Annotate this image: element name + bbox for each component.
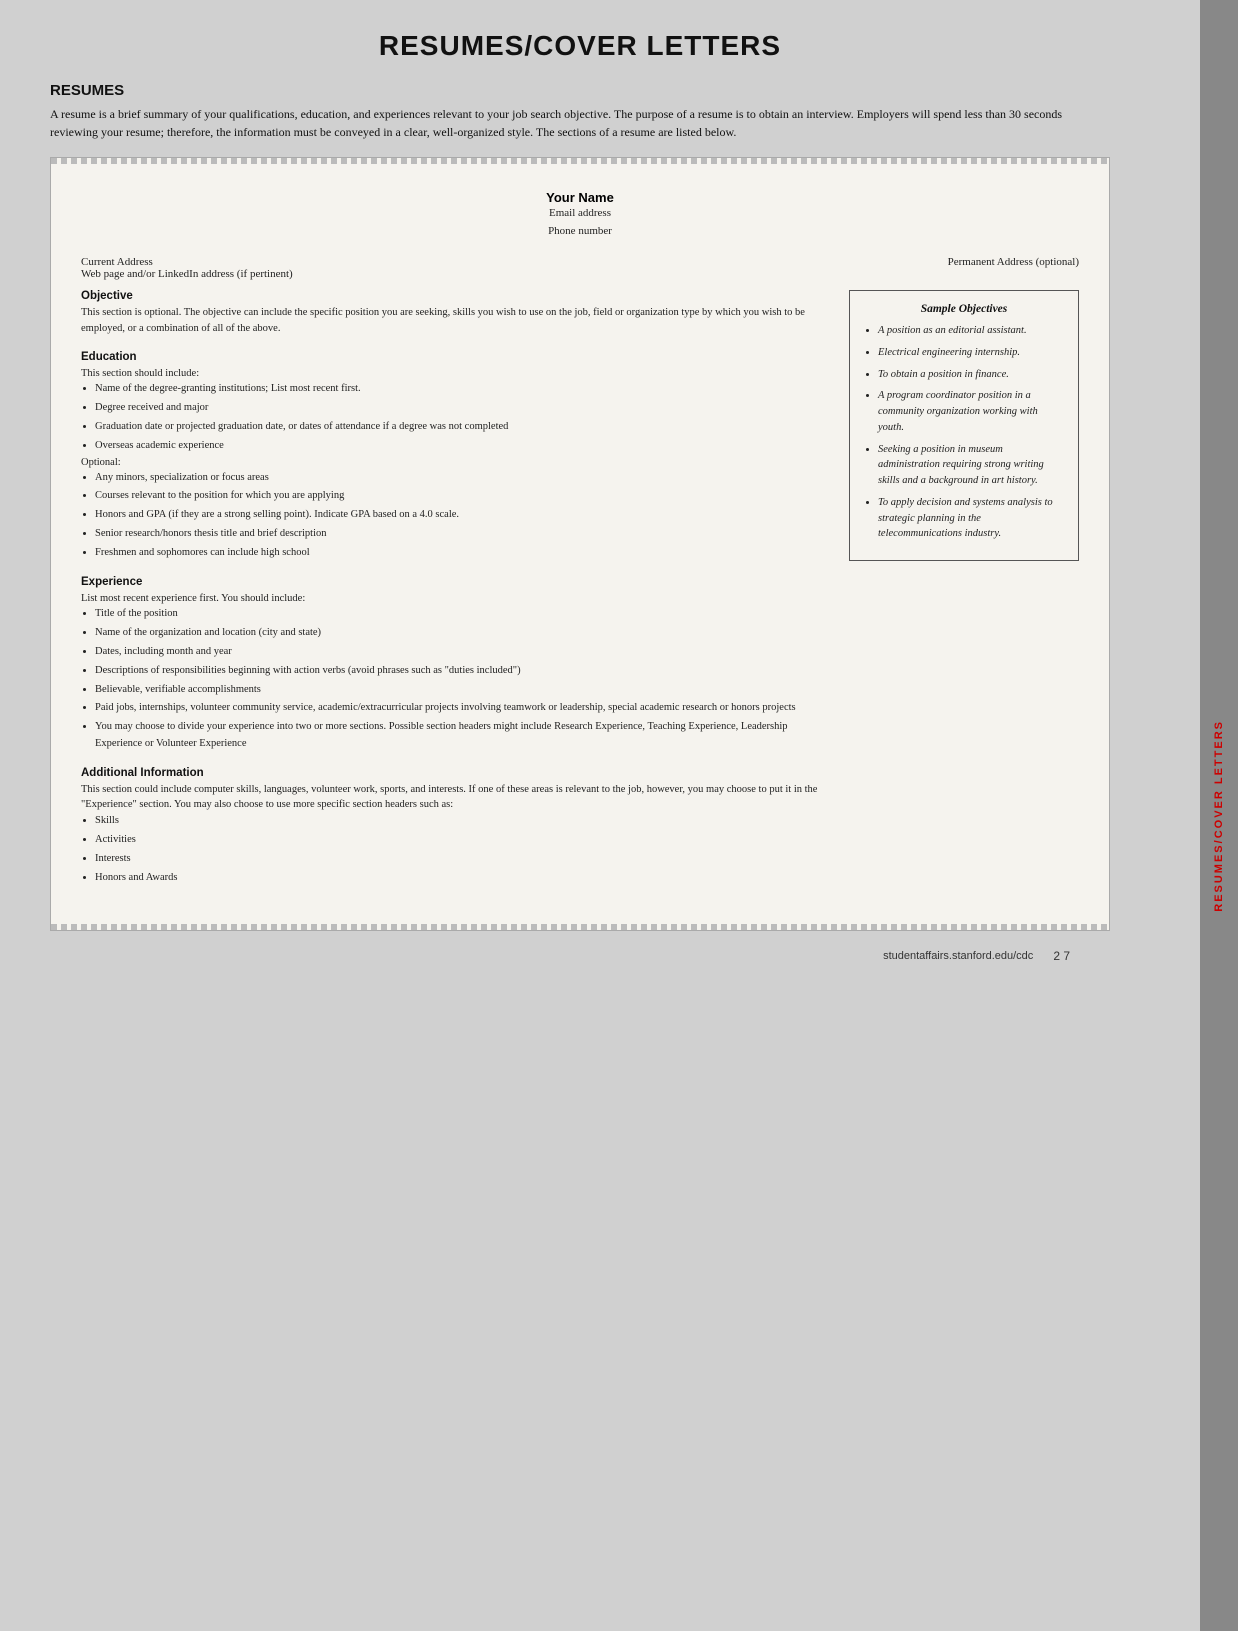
sidebar-tab: RESUMES/COVER LETTERS (1200, 0, 1238, 1631)
education-title: Education (81, 351, 833, 363)
list-item: Electrical engineering internship. (878, 345, 1064, 361)
list-item: Activities (95, 832, 833, 849)
footer-url: studentaffairs.stanford.edu/cdc (883, 950, 1033, 962)
resume-header: Your Name Email address Phone number (81, 190, 1079, 240)
list-item: Any minors, specialization or focus area… (95, 470, 833, 487)
additional-info-title: Additional Information (81, 767, 833, 779)
additional-info-section: Additional Information This section coul… (81, 767, 833, 887)
resume-document: Your Name Email address Phone number Cur… (50, 157, 1110, 931)
list-item: To apply decision and systems analysis t… (878, 495, 1064, 542)
sample-objectives-box: Sample Objectives A position as an edito… (849, 290, 1079, 561)
education-intro: This section should include: (81, 366, 833, 382)
objective-section: Objective This section is optional. The … (81, 290, 833, 337)
list-item: Dates, including month and year (95, 644, 833, 661)
resume-name: Your Name (81, 190, 1079, 205)
resume-left-column: Objective This section is optional. The … (81, 290, 833, 900)
current-address-block: Current Address Web page and/or LinkedIn… (81, 256, 293, 280)
list-item: Overseas academic experience (95, 438, 833, 455)
sidebar-tab-label: RESUMES/COVER LETTERS (1213, 720, 1225, 912)
education-optional-items: Any minors, specialization or focus area… (95, 470, 833, 562)
resumes-section-heading: RESUMES (50, 82, 1110, 99)
list-item: Interests (95, 851, 833, 868)
list-item: Skills (95, 813, 833, 830)
objective-text: This section is optional. The objective … (81, 305, 833, 337)
list-item: To obtain a position in finance. (878, 367, 1064, 383)
list-item: Name of the organization and location (c… (95, 625, 833, 642)
list-item: Seeking a position in museum administrat… (878, 442, 1064, 489)
list-item: Senior research/honors thesis title and … (95, 526, 833, 543)
list-item: Honors and GPA (if they are a strong sel… (95, 507, 833, 524)
current-address-label: Current Address (81, 256, 293, 268)
list-item: Descriptions of responsibilities beginni… (95, 663, 833, 680)
list-item: Title of the position (95, 606, 833, 623)
page-footer: studentaffairs.stanford.edu/cdc 2 7 (50, 941, 1110, 963)
resume-body: Objective This section is optional. The … (81, 290, 1079, 900)
list-item: Graduation date or projected graduation … (95, 419, 833, 436)
page-background: RESUMES/COVER LETTERS RESUMES A resume i… (0, 0, 1238, 1631)
main-content: RESUMES/COVER LETTERS RESUMES A resume i… (0, 0, 1160, 1631)
list-item: Name of the degree-granting institutions… (95, 381, 833, 398)
resume-phone: Phone number (81, 223, 1079, 241)
list-item: Honors and Awards (95, 870, 833, 887)
web-address: Web page and/or LinkedIn address (if per… (81, 268, 293, 280)
footer-page-number: 2 7 (1053, 949, 1070, 963)
intro-paragraph: A resume is a brief summary of your qual… (50, 105, 1110, 141)
experience-title: Experience (81, 576, 833, 588)
permanent-address-label: Permanent Address (optional) (948, 256, 1079, 280)
experience-section: Experience List most recent experience f… (81, 576, 833, 753)
list-item: A position as an editorial assistant. (878, 323, 1064, 339)
list-item: Courses relevant to the position for whi… (95, 488, 833, 505)
education-section: Education This section should include: N… (81, 351, 833, 562)
page-title: RESUMES/COVER LETTERS (50, 30, 1110, 62)
objective-title: Objective (81, 290, 833, 302)
resume-inner: Your Name Email address Phone number Cur… (81, 190, 1079, 900)
list-item: A program coordinator position in a comm… (878, 388, 1064, 435)
education-items: Name of the degree-granting institutions… (95, 381, 833, 454)
list-item: Freshmen and sophomores can include high… (95, 545, 833, 562)
additional-info-items: Skills Activities Interests Honors and Awar… (95, 813, 833, 886)
list-item: Paid jobs, internships, volunteer commun… (95, 700, 833, 717)
experience-items: Title of the position Name of the organiz… (95, 606, 833, 752)
additional-info-text: This section could include computer skil… (81, 782, 833, 814)
sample-objectives-title: Sample Objectives (864, 303, 1064, 315)
resume-email: Email address (81, 205, 1079, 223)
experience-intro: List most recent experience first. You s… (81, 591, 833, 607)
optional-label: Optional: (81, 457, 833, 468)
list-item: Believable, verifiable accomplishments (95, 682, 833, 699)
list-item: You may choose to divide your experience… (95, 719, 833, 753)
sample-objectives-list: A position as an editorial assistant. Ele… (878, 323, 1064, 542)
list-item: Degree received and major (95, 400, 833, 417)
address-row: Current Address Web page and/or LinkedIn… (81, 256, 1079, 280)
